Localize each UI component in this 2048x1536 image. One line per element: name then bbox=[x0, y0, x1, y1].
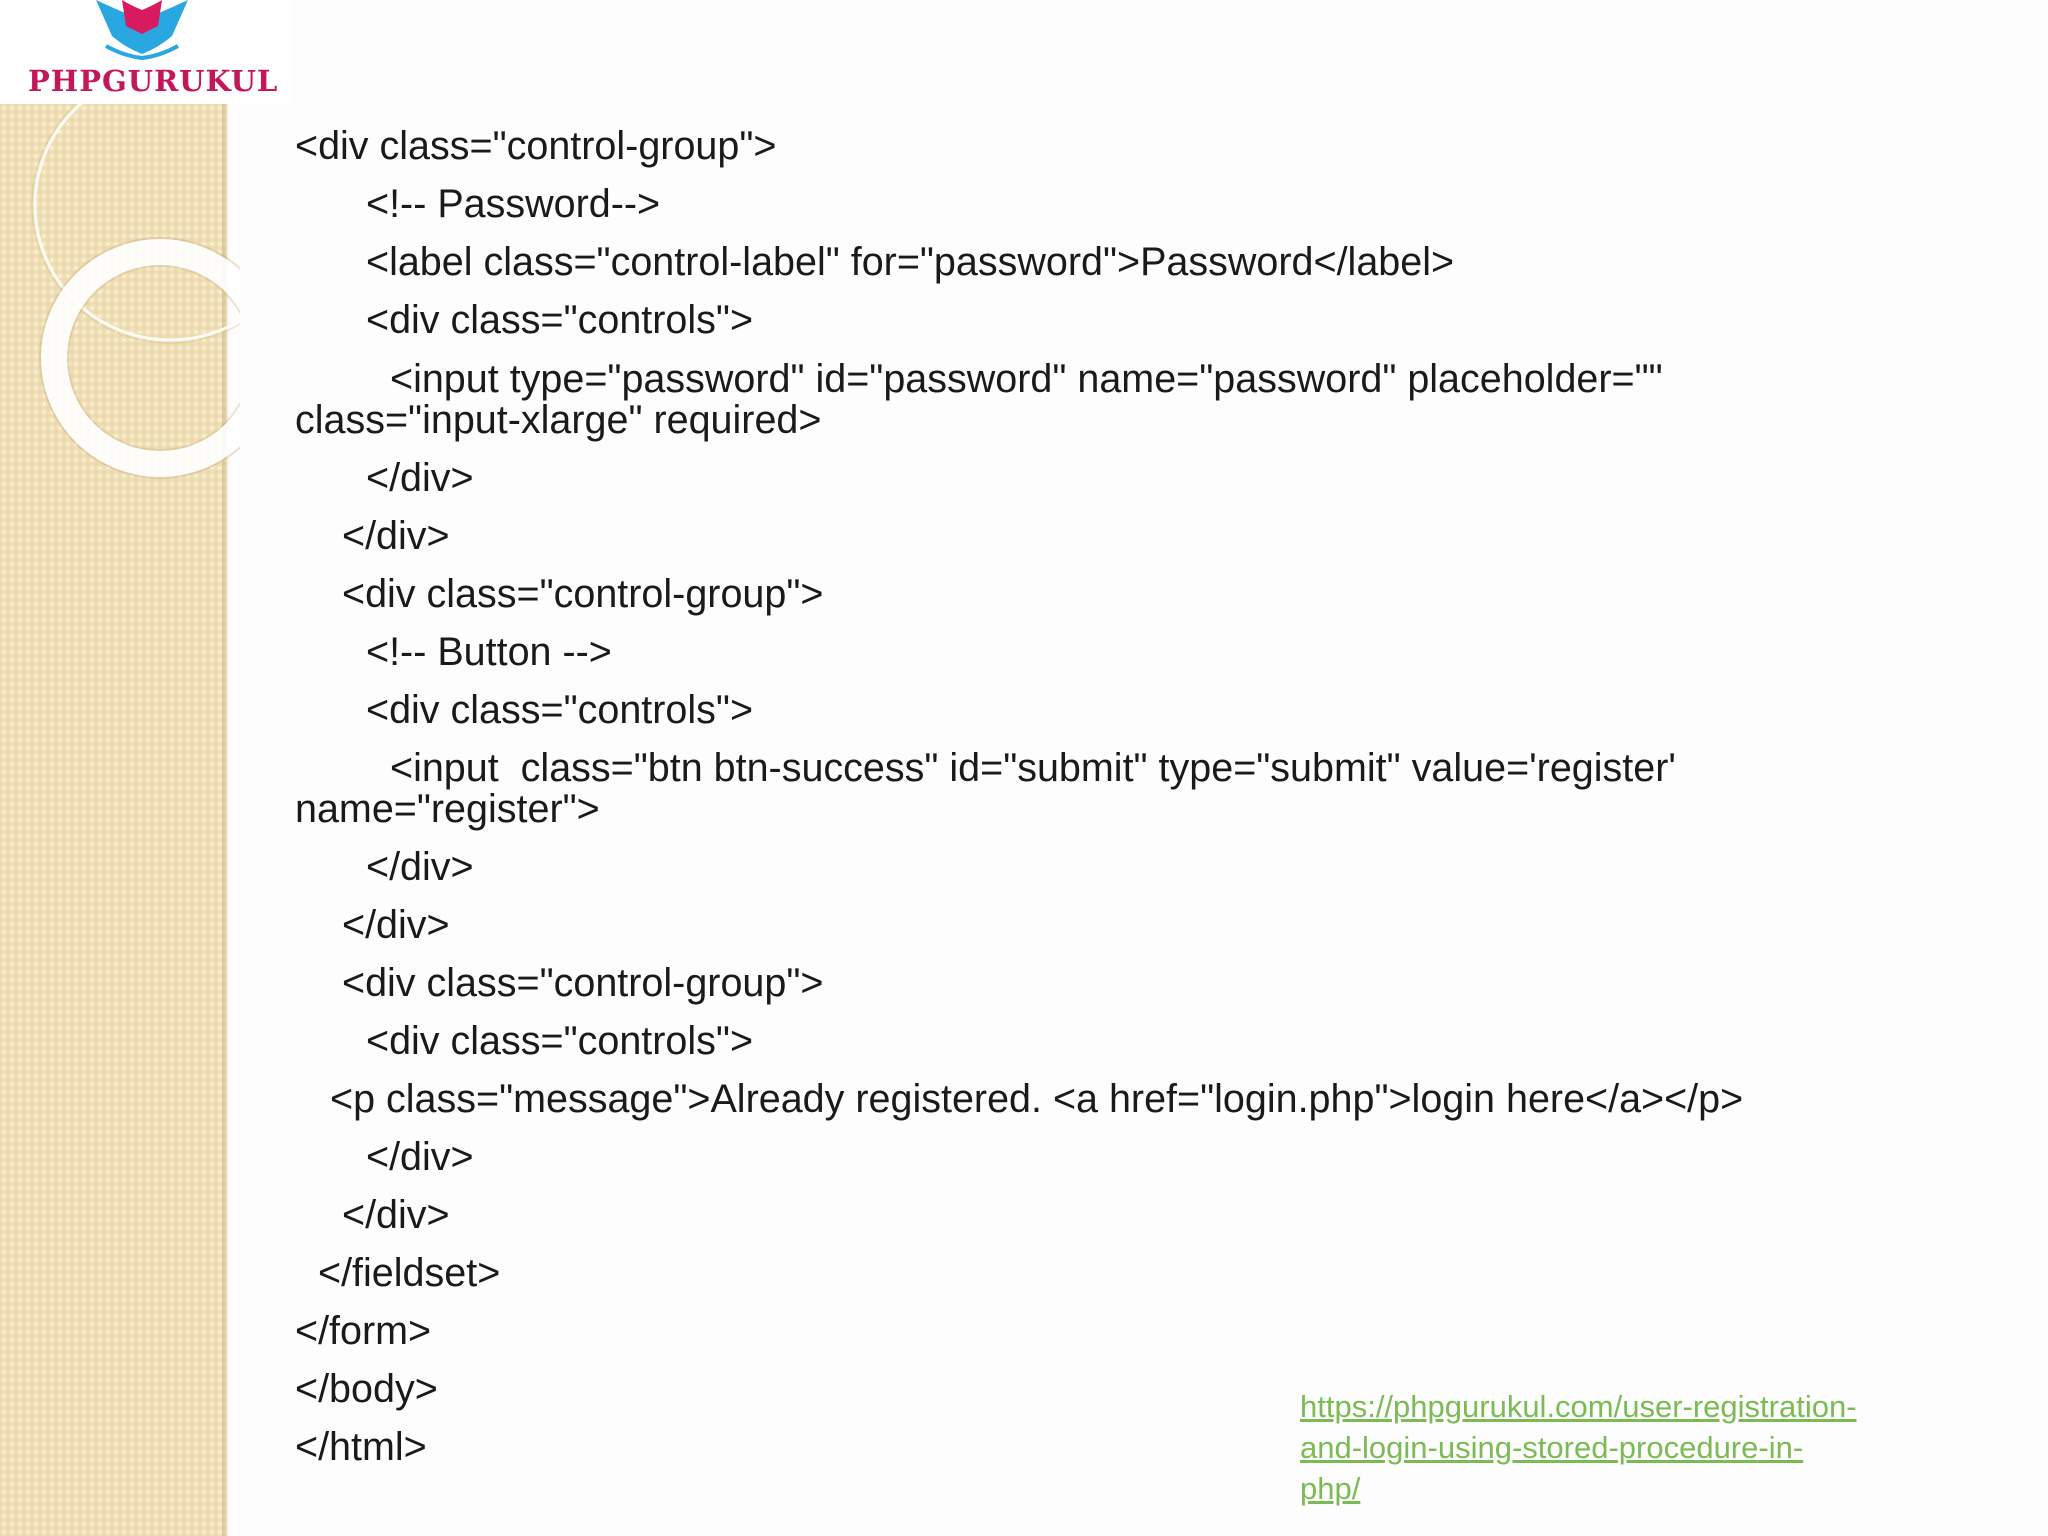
code-line: </div> bbox=[366, 845, 474, 889]
code-line: </div> bbox=[342, 1193, 450, 1237]
code-line: </div> bbox=[342, 903, 450, 947]
code-line: <!-- Password--> bbox=[366, 182, 661, 226]
code-line: <div class="control-group"> bbox=[342, 572, 824, 616]
code-line: <input class="btn btn-success" id="submi… bbox=[390, 746, 1676, 790]
code-line: <!-- Button --> bbox=[366, 630, 612, 674]
code-line: <div class="controls"> bbox=[366, 688, 754, 732]
code-line: name="register"> bbox=[295, 787, 600, 831]
code-line: </fieldset> bbox=[318, 1251, 501, 1295]
code-line: </div> bbox=[366, 456, 474, 500]
code-line: <div class="controls"> bbox=[366, 1019, 754, 1063]
code-line: <div class="control-group"> bbox=[295, 124, 777, 168]
code-line: </div> bbox=[366, 1135, 474, 1179]
source-link[interactable]: https://phpgurukul.com/user-registration… bbox=[1300, 1386, 1860, 1509]
code-line: <p class="message">Already registered. <… bbox=[330, 1077, 1744, 1121]
code-line: <div class="control-group"> bbox=[342, 961, 824, 1005]
code-line: class="input-xlarge" required> bbox=[295, 398, 822, 442]
slide: PHPGURUKUL <div class="control-group"> <… bbox=[0, 0, 2048, 1536]
code-block: <div class="control-group"> <!-- Passwor… bbox=[0, 0, 2048, 1536]
code-line: </body> bbox=[295, 1367, 438, 1411]
code-line: </html> bbox=[295, 1425, 427, 1469]
code-line: </div> bbox=[342, 514, 450, 558]
code-line: <label class="control-label" for="passwo… bbox=[366, 240, 1455, 284]
code-line: <input type="password" id="password" nam… bbox=[390, 357, 1663, 401]
code-line: </form> bbox=[295, 1309, 432, 1353]
code-line: <div class="controls"> bbox=[366, 298, 754, 342]
